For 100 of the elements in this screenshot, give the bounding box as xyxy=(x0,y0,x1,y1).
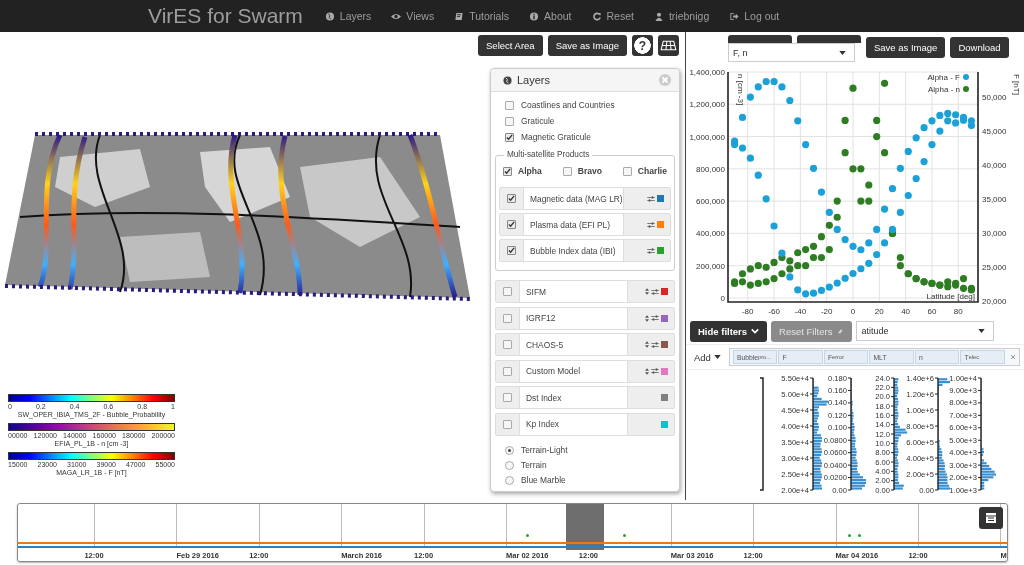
data-point xyxy=(841,116,849,124)
sort-icon[interactable] xyxy=(645,288,649,295)
satellite-label: Charlie xyxy=(637,166,667,176)
layer-label: Bubble Index data (IBI) xyxy=(530,245,616,256)
checkbox[interactable] xyxy=(507,194,516,203)
checkbox[interactable] xyxy=(503,393,512,402)
close-icon[interactable] xyxy=(659,74,671,86)
data-point xyxy=(912,134,920,142)
nav-link[interactable]: Reset xyxy=(591,10,634,22)
data-point xyxy=(873,225,881,233)
axis-label: 25,000 xyxy=(982,262,1007,272)
data-point xyxy=(912,174,920,183)
nav-link[interactable]: triebnigg xyxy=(653,10,710,22)
axis-label: 30,000 xyxy=(982,228,1007,238)
nav-link[interactable]: Views xyxy=(391,10,435,22)
event-dot xyxy=(526,534,529,537)
info-icon xyxy=(529,11,540,21)
data-point xyxy=(881,239,889,247)
color-swatch[interactable] xyxy=(657,221,664,228)
sliders-icon[interactable] xyxy=(651,315,659,321)
sliders-icon[interactable] xyxy=(651,368,659,374)
nav-link[interactable]: Tutorials xyxy=(454,10,510,22)
globe-icon xyxy=(503,75,512,85)
checkbox[interactable] xyxy=(503,340,512,349)
checkbox[interactable] xyxy=(505,116,514,126)
globe-icon xyxy=(324,11,335,21)
hide-filters-button[interactable]: Hide filters xyxy=(690,320,768,342)
calendar-icon[interactable] xyxy=(979,507,1003,529)
satellite-label: Alpha xyxy=(518,166,542,176)
data-point xyxy=(881,149,889,157)
time-selection[interactable] xyxy=(566,504,604,550)
close-icon[interactable] xyxy=(1010,354,1016,360)
axis-title: F [nT] xyxy=(1012,74,1021,95)
nav-link[interactable]: Layers xyxy=(324,10,372,22)
data-point xyxy=(865,181,873,189)
app-title[interactable]: VirES for Swarm xyxy=(148,4,303,28)
color-swatch[interactable] xyxy=(661,367,668,375)
checkbox[interactable] xyxy=(507,220,516,229)
color-swatch[interactable] xyxy=(661,420,668,428)
axis-label: 800,000 xyxy=(696,164,725,174)
toolbar-button[interactable]: Download xyxy=(950,36,1009,58)
refresh-icon xyxy=(591,11,602,21)
checkbox[interactable] xyxy=(503,166,512,176)
toolbar-button[interactable]: Select Area xyxy=(478,35,543,56)
sliders-icon[interactable] xyxy=(651,288,659,295)
color-swatch[interactable] xyxy=(661,288,668,295)
filter-select[interactable]: atitude xyxy=(856,321,995,341)
axis-title: Latitude [deg] xyxy=(926,292,975,301)
nav-link[interactable]: About xyxy=(529,10,572,22)
axis-label: 45,000 xyxy=(982,127,1007,137)
checkbox[interactable] xyxy=(562,166,572,176)
data-point xyxy=(754,171,762,179)
axis-label: 50,000 xyxy=(982,93,1007,103)
sliders-icon[interactable] xyxy=(647,247,655,254)
sliders-icon[interactable] xyxy=(651,341,659,348)
axis-label: 20 xyxy=(874,307,884,316)
axis-label: 80 xyxy=(953,307,963,316)
caret-icon xyxy=(839,50,846,55)
color-swatch[interactable] xyxy=(661,314,668,322)
checkbox[interactable] xyxy=(622,166,632,176)
checkbox[interactable] xyxy=(503,287,512,296)
radio-button[interactable] xyxy=(505,445,514,455)
color-swatch[interactable] xyxy=(657,195,664,202)
axis-label: -80 xyxy=(741,307,754,316)
toolbar-button[interactable]: Save as Image xyxy=(866,36,946,58)
checkbox[interactable] xyxy=(505,132,514,142)
grid-icon[interactable] xyxy=(658,35,679,56)
checkbox[interactable] xyxy=(503,313,512,323)
toolbar-button[interactable]: Save as Image xyxy=(547,35,627,56)
user-icon xyxy=(653,11,664,21)
checkbox[interactable] xyxy=(503,366,512,376)
axis-label: -20 xyxy=(820,307,833,316)
checkbox[interactable] xyxy=(505,100,514,110)
nav-link[interactable]: Log out xyxy=(729,10,780,22)
eraser-icon xyxy=(836,328,845,334)
axis-label: -60 xyxy=(768,307,780,316)
sort-icon[interactable] xyxy=(645,367,649,375)
sort-icon[interactable] xyxy=(645,341,649,348)
data-point xyxy=(849,84,857,92)
checkbox[interactable] xyxy=(503,419,512,429)
color-swatch[interactable] xyxy=(657,247,664,254)
color-swatch[interactable] xyxy=(661,341,668,348)
sliders-icon[interactable] xyxy=(647,221,655,228)
checkbox[interactable] xyxy=(507,246,516,255)
radio-button[interactable] xyxy=(505,460,514,470)
group-title: Multi-satellite Products xyxy=(504,150,593,159)
parameter-select[interactable]: F, n xyxy=(728,43,855,62)
data-point xyxy=(762,195,770,203)
data-point xyxy=(888,185,897,193)
radio-button[interactable] xyxy=(505,475,514,485)
layer-label: Coastlines and Countries xyxy=(521,100,615,110)
help-button[interactable]: ? xyxy=(632,35,653,56)
layer-label: Graticule xyxy=(521,116,555,126)
axis-label: 20,000 xyxy=(982,296,1007,306)
layer-label: CHAOS-5 xyxy=(526,339,564,350)
color-swatch[interactable] xyxy=(661,394,668,401)
axis-label: 60 xyxy=(927,307,937,316)
sliders-icon[interactable] xyxy=(647,195,655,202)
sort-icon[interactable] xyxy=(645,314,649,322)
axis-label: 1,200,000 xyxy=(689,100,725,110)
